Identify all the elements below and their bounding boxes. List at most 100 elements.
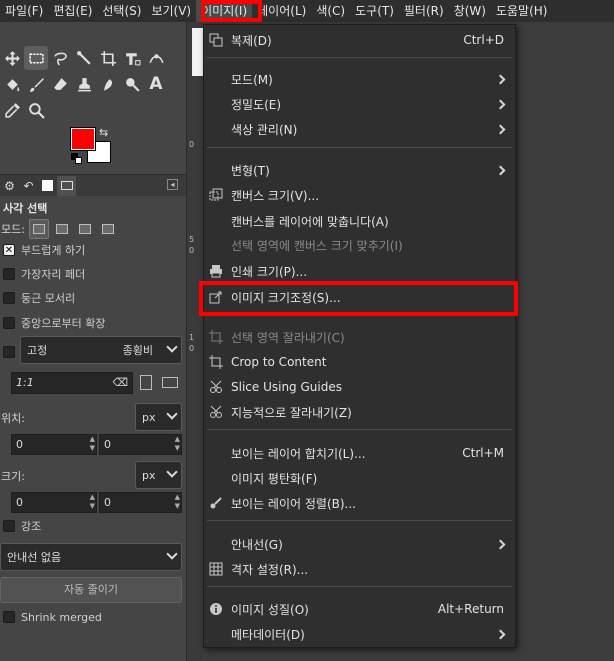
- eraser-tool-icon[interactable]: [48, 72, 72, 96]
- mode-add-icon[interactable]: [52, 219, 72, 239]
- menu-item-print-size[interactable]: 인쇄 크기(P)...: [204, 259, 515, 283]
- position-y-field[interactable]: 0 ▲ ▼: [99, 434, 182, 455]
- rounded-corners-option[interactable]: 둥근 모서리: [3, 288, 75, 308]
- spin-arrows-icon[interactable]: ▲ ▼: [90, 435, 95, 453]
- rounded-corners-checkbox[interactable]: [3, 292, 15, 304]
- menu-item-mode[interactable]: 모드(M): [204, 67, 515, 91]
- menu-select[interactable]: 선택(S): [97, 0, 146, 22]
- crop-tool-icon[interactable]: [96, 46, 120, 70]
- menu-item-crop-to-content[interactable]: Crop to Content: [204, 350, 515, 374]
- menu-item-transform[interactable]: 변형(T): [204, 158, 515, 182]
- default-colors-icon[interactable]: [71, 153, 82, 164]
- dodge-burn-tool-icon[interactable]: [120, 72, 144, 96]
- smudge-tool-icon[interactable]: [96, 72, 120, 96]
- menu-edit[interactable]: 편집(E): [48, 0, 97, 22]
- portrait-icon[interactable]: [140, 375, 152, 390]
- feather-option[interactable]: 가장자리 페더: [3, 264, 85, 284]
- menu-item-fit-canvas-to-selection[interactable]: 선택 영역에 캔버스 크기 맞추기(I): [204, 233, 515, 257]
- menu-item-configure-grid[interactable]: 격자 설정(R)...: [204, 557, 515, 581]
- tool-row: A: [0, 72, 168, 96]
- menu-item-scale-image[interactable]: 이미지 크기조정(S)...: [204, 285, 515, 309]
- spin-arrows-icon[interactable]: ▲ ▼: [175, 493, 180, 511]
- color-picker-tool-icon[interactable]: [0, 98, 24, 122]
- device-status-tab-icon[interactable]: [57, 175, 76, 196]
- panel-menu-icon[interactable]: ◂: [167, 179, 178, 190]
- menu-windows[interactable]: 창(W): [449, 0, 491, 22]
- free-select-tool-icon[interactable]: [48, 46, 72, 70]
- menu-filters[interactable]: 필터(R): [399, 0, 449, 22]
- mode-replace-icon[interactable]: [28, 219, 49, 239]
- fuzzy-select-tool-icon[interactable]: [72, 46, 96, 70]
- mode-label: 모드:: [1, 223, 25, 236]
- warp-transform-tool-icon[interactable]: [144, 46, 168, 70]
- menu-item-flatten-image[interactable]: 이미지 평탄화(F): [204, 466, 515, 490]
- chevron-down-icon: [166, 341, 178, 353]
- menu-item-precision[interactable]: 정밀도(E): [204, 92, 515, 116]
- menu-separator: [207, 429, 512, 430]
- menu-item-metadata[interactable]: 메타데이터(D): [204, 622, 515, 646]
- move-tool-icon[interactable]: [0, 46, 24, 70]
- menu-item-fit-canvas-to-layers[interactable]: 캔버스를 레이어에 맞춥니다(A): [204, 209, 515, 233]
- spin-arrows-icon[interactable]: ▲ ▼: [90, 493, 95, 511]
- feather-checkbox[interactable]: [3, 268, 15, 280]
- images-tab-icon[interactable]: [38, 176, 57, 196]
- size-height-field[interactable]: 0 ▲ ▼: [99, 492, 182, 513]
- foreground-color-swatch[interactable]: [70, 127, 96, 151]
- shrink-merged-checkbox[interactable]: [3, 611, 15, 623]
- menu-item-crop-to-selection[interactable]: 선택 영역 잘라내기(C): [204, 325, 515, 349]
- spin-arrows-icon[interactable]: ▲ ▼: [175, 435, 180, 453]
- expand-from-center-checkbox[interactable]: [3, 317, 15, 329]
- menu-item-align-visible-layers[interactable]: 보이는 레이어 정렬(B)...: [204, 491, 515, 515]
- menu-item-duplicate[interactable]: 복제(D) Ctrl+D: [204, 28, 515, 52]
- paintbrush-tool-icon[interactable]: [24, 72, 48, 96]
- menu-item-image-properties[interactable]: 이미지 성질(O) Alt+Return: [204, 597, 515, 621]
- position-x-field[interactable]: 0 ▲ ▼: [11, 434, 97, 455]
- position-unit-combo[interactable]: px: [135, 403, 182, 431]
- menu-colors[interactable]: 색(C): [311, 0, 350, 22]
- unified-transform-tool-icon[interactable]: [120, 46, 144, 70]
- antialias-checkbox[interactable]: ✕: [3, 244, 15, 256]
- mode-intersect-icon[interactable]: [98, 219, 118, 239]
- submenu-arrow-icon: [495, 124, 506, 134]
- menu-file[interactable]: 파일(F): [0, 0, 48, 22]
- clear-field-icon[interactable]: ⌫: [112, 376, 128, 389]
- mode-subtract-icon[interactable]: [75, 219, 95, 239]
- size-unit-combo[interactable]: px: [135, 461, 182, 489]
- fixed-combo[interactable]: 고정 종횡비: [20, 336, 182, 364]
- menu-image[interactable]: 이미지(I): [196, 0, 253, 22]
- auto-shrink-button[interactable]: 자동 줄이기: [0, 577, 182, 603]
- undo-history-tab-icon[interactable]: ↶: [19, 176, 38, 196]
- menu-help[interactable]: 도움말(H): [491, 0, 553, 22]
- menu-tools[interactable]: 도구(T): [350, 0, 399, 22]
- antialias-option[interactable]: ✕ 부드럽게 하기: [3, 240, 85, 260]
- landscape-icon[interactable]: [162, 377, 178, 388]
- swap-colors-icon[interactable]: ⇆: [99, 126, 108, 139]
- bucket-fill-tool-icon[interactable]: [0, 72, 24, 96]
- rect-select-tool-icon[interactable]: [24, 46, 48, 70]
- menu-item-merge-visible-layers[interactable]: 보이는 레이어 합치기(L)... Ctrl+M: [204, 441, 515, 465]
- shrink-merged-option[interactable]: Shrink merged: [3, 607, 102, 627]
- menu-item-color-management[interactable]: 색상 관리(N): [204, 117, 515, 141]
- highlight-checkbox[interactable]: [3, 520, 15, 532]
- fixed-checkbox[interactable]: [3, 346, 15, 358]
- menu-item-guides[interactable]: 안내선(G): [204, 532, 515, 556]
- menu-item-slice-using-guides[interactable]: Slice Using Guides: [204, 375, 515, 399]
- highlight-option[interactable]: 강조: [3, 516, 41, 536]
- menu-item-label: 이미지 성질(O): [231, 602, 309, 617]
- menu-layer[interactable]: 레이어(L): [252, 0, 311, 22]
- size-width-field[interactable]: 0 ▲ ▼: [11, 492, 97, 513]
- ratio-field[interactable]: 1:1 ⌫: [11, 372, 133, 394]
- menu-item-label: 안내선(G): [231, 537, 283, 552]
- clone-tool-icon[interactable]: [72, 72, 96, 96]
- guides-combo[interactable]: 안내선 없음: [0, 543, 182, 571]
- menu-item-label: Crop to Content: [231, 355, 327, 369]
- menu-separator: [207, 57, 512, 58]
- menu-item-zealous-crop[interactable]: 지능적으로 잘라내기(Z): [204, 400, 515, 424]
- zoom-tool-icon[interactable]: [24, 98, 48, 122]
- text-tool-icon[interactable]: A: [144, 72, 168, 96]
- menu-item-canvas-size[interactable]: 캔버스 크기(V)...: [204, 183, 515, 207]
- expand-from-center-option[interactable]: 중앙으로부터 확장: [3, 313, 105, 333]
- menu-view[interactable]: 보기(V): [146, 0, 196, 22]
- tool-options-tab-icon[interactable]: ⚙: [0, 176, 19, 196]
- ruler-label: 1: [189, 333, 195, 342]
